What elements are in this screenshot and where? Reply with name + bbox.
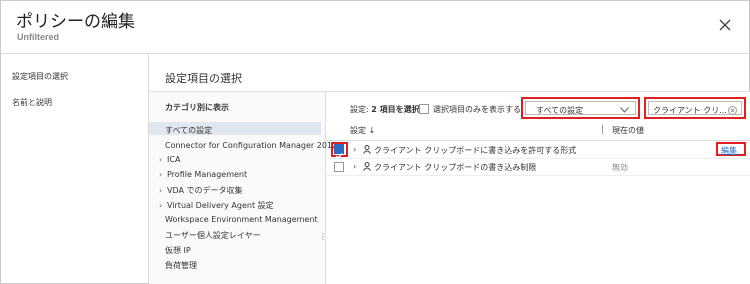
row-expand-icon[interactable]: › xyxy=(353,145,356,154)
setting-value: 無効 xyxy=(612,163,628,172)
resize-handle-icon[interactable]: ⋮ xyxy=(319,233,327,241)
search-value: クライアント クリ... xyxy=(653,106,727,115)
category-vda-data[interactable]: › VDA でのデータ収集 xyxy=(159,185,243,196)
dialog-subtitle: Unfiltered xyxy=(17,32,60,42)
category-wem[interactable]: Workspace Environment Management xyxy=(165,215,318,224)
category-filter-dropdown[interactable]: すべての設定 xyxy=(521,97,640,119)
chevron-right-icon: › xyxy=(159,186,163,195)
user-icon xyxy=(363,162,371,171)
chevron-right-icon: › xyxy=(159,170,163,179)
header-row-divider xyxy=(325,140,750,141)
category-user-layer[interactable]: ユーザー個人設定レイヤー xyxy=(165,230,261,241)
nav-item-select-settings[interactable]: 設定項目の選択 xyxy=(12,71,68,82)
user-icon xyxy=(363,145,371,154)
row-checkbox[interactable] xyxy=(334,144,344,160)
row-expand-icon[interactable]: › xyxy=(353,162,356,171)
setting-name: クライアント クリップボードに書き込みを許可する形式 xyxy=(374,146,577,155)
category-load-management[interactable]: 負荷管理 xyxy=(165,260,197,271)
row-divider xyxy=(325,158,750,159)
chevron-right-icon: › xyxy=(159,155,163,164)
row-checkbox[interactable] xyxy=(334,162,344,172)
setting-name: クライアント クリップボードの書き込み制限 xyxy=(374,163,537,172)
column-header-setting[interactable]: 設定 ↓ xyxy=(350,125,375,136)
clear-icon[interactable] xyxy=(728,106,737,115)
category-virtual-ip[interactable]: 仮想 IP xyxy=(165,245,191,256)
chevron-down-icon xyxy=(620,107,629,113)
category-connector[interactable]: Connector for Configuration Manager 2012 xyxy=(165,141,337,150)
category-heading: カテゴリ別に表示 xyxy=(165,103,229,112)
panel-top-border xyxy=(149,91,750,92)
chevron-right-icon: › xyxy=(159,201,163,210)
sort-down-icon: ↓ xyxy=(368,126,376,135)
selection-count: 設定: 2 項目を選択 xyxy=(350,105,420,114)
section-title: 設定項目の選択 xyxy=(165,72,242,85)
show-selected-checkbox[interactable] xyxy=(419,104,429,114)
close-icon[interactable] xyxy=(717,17,733,33)
row-divider xyxy=(325,175,750,176)
panel-divider xyxy=(325,91,326,284)
show-selected-label: 選択項目のみを表示する xyxy=(433,105,521,114)
category-all-settings[interactable]: すべての設定 xyxy=(165,125,212,136)
settings-panel xyxy=(325,91,750,284)
header-divider xyxy=(1,53,750,54)
dialog-title: ポリシーの編集 xyxy=(16,12,135,32)
search-input[interactable]: クライアント クリ... xyxy=(644,97,746,119)
edit-link[interactable]: 編集 xyxy=(721,145,737,156)
column-separator xyxy=(602,125,603,134)
category-ica[interactable]: › ICA xyxy=(159,155,180,164)
nav-item-name-description[interactable]: 名前と説明 xyxy=(12,97,52,108)
category-vda-settings[interactable]: › Virtual Delivery Agent 設定 xyxy=(159,200,274,211)
category-profile-management[interactable]: › Profile Management xyxy=(159,170,247,179)
filter-value: すべての設定 xyxy=(536,106,584,115)
column-header-current-value: 現在の値 xyxy=(612,126,644,135)
